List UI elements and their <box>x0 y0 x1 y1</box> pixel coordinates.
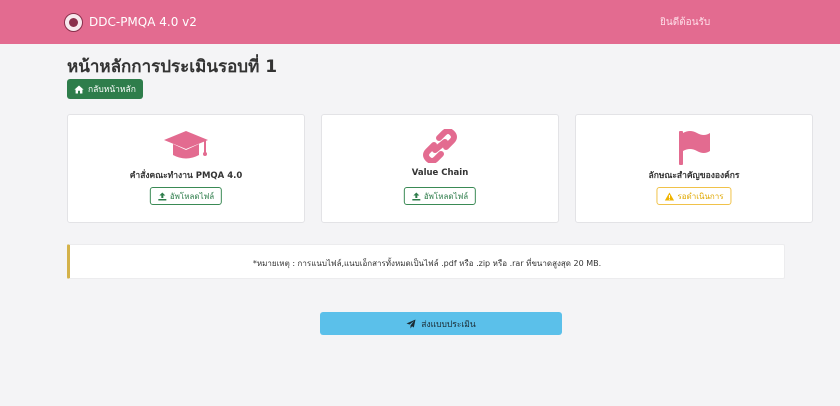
card-label: Value Chain <box>411 168 469 178</box>
card-label: ลักษณะสำคัญขององค์กร <box>648 171 740 181</box>
paper-plane-icon <box>406 319 416 328</box>
card-value-chain: Value Chain อัพโหลดไฟล์ <box>321 114 559 223</box>
flag-icon <box>675 129 713 171</box>
upload-file-button[interactable]: อัพโหลดไฟล์ <box>149 187 223 205</box>
card-label: คำสั่งคณะทำงาน PMQA 4.0 <box>129 171 243 181</box>
top-navbar: DDC-PMQA 4.0 v2 ยินดีต้อนรับ <box>0 0 840 44</box>
pending-status-label: รอดำเนินการ <box>677 191 724 201</box>
submit-assessment-label: ส่งแบบประเมิน <box>421 319 476 330</box>
brand-logo-icon <box>64 12 83 32</box>
brand-link[interactable]: DDC-PMQA 4.0 v2 <box>64 12 197 32</box>
upload-file-label: อัพโหลดไฟล์ <box>423 191 469 201</box>
back-to-home-label: กลับหน้าหลัก <box>88 85 136 95</box>
upload-file-button[interactable]: อัพโหลดไฟล์ <box>403 187 477 205</box>
page-title: หน้าหลักการประเมินรอบที่ 1 <box>67 57 278 77</box>
upload-file-label: อัพโหลดไฟล์ <box>169 191 215 201</box>
card-pmqa-committee: คำสั่งคณะทำงาน PMQA 4.0 อัพโหลดไฟล์ <box>67 114 305 223</box>
pending-status-button[interactable]: รอดำเนินการ <box>656 187 732 205</box>
upload-note-alert: *หมายเหตุ : การแนบไฟล์,แนบเอ็กสารทั้งหมด… <box>67 244 785 279</box>
welcome-user-link[interactable]: ยินดีต้อนรับ <box>660 15 710 30</box>
warning-icon <box>664 192 675 200</box>
back-to-home-button[interactable]: กลับหน้าหลัก <box>67 79 143 99</box>
graduation-cap-icon <box>162 129 210 167</box>
upload-icon <box>412 192 421 200</box>
brand-title: DDC-PMQA 4.0 v2 <box>89 15 197 29</box>
submit-assessment-button[interactable]: ส่งแบบประเมิน <box>320 312 562 335</box>
home-icon <box>74 85 84 93</box>
link-icon <box>422 128 458 167</box>
card-organization-profile: ลักษณะสำคัญขององค์กร รอดำเนินการ <box>575 114 813 223</box>
upload-note-text: *หมายเหตุ : การแนบไฟล์,แนบเอ็กสารทั้งหมด… <box>252 259 602 268</box>
upload-icon <box>158 192 167 200</box>
